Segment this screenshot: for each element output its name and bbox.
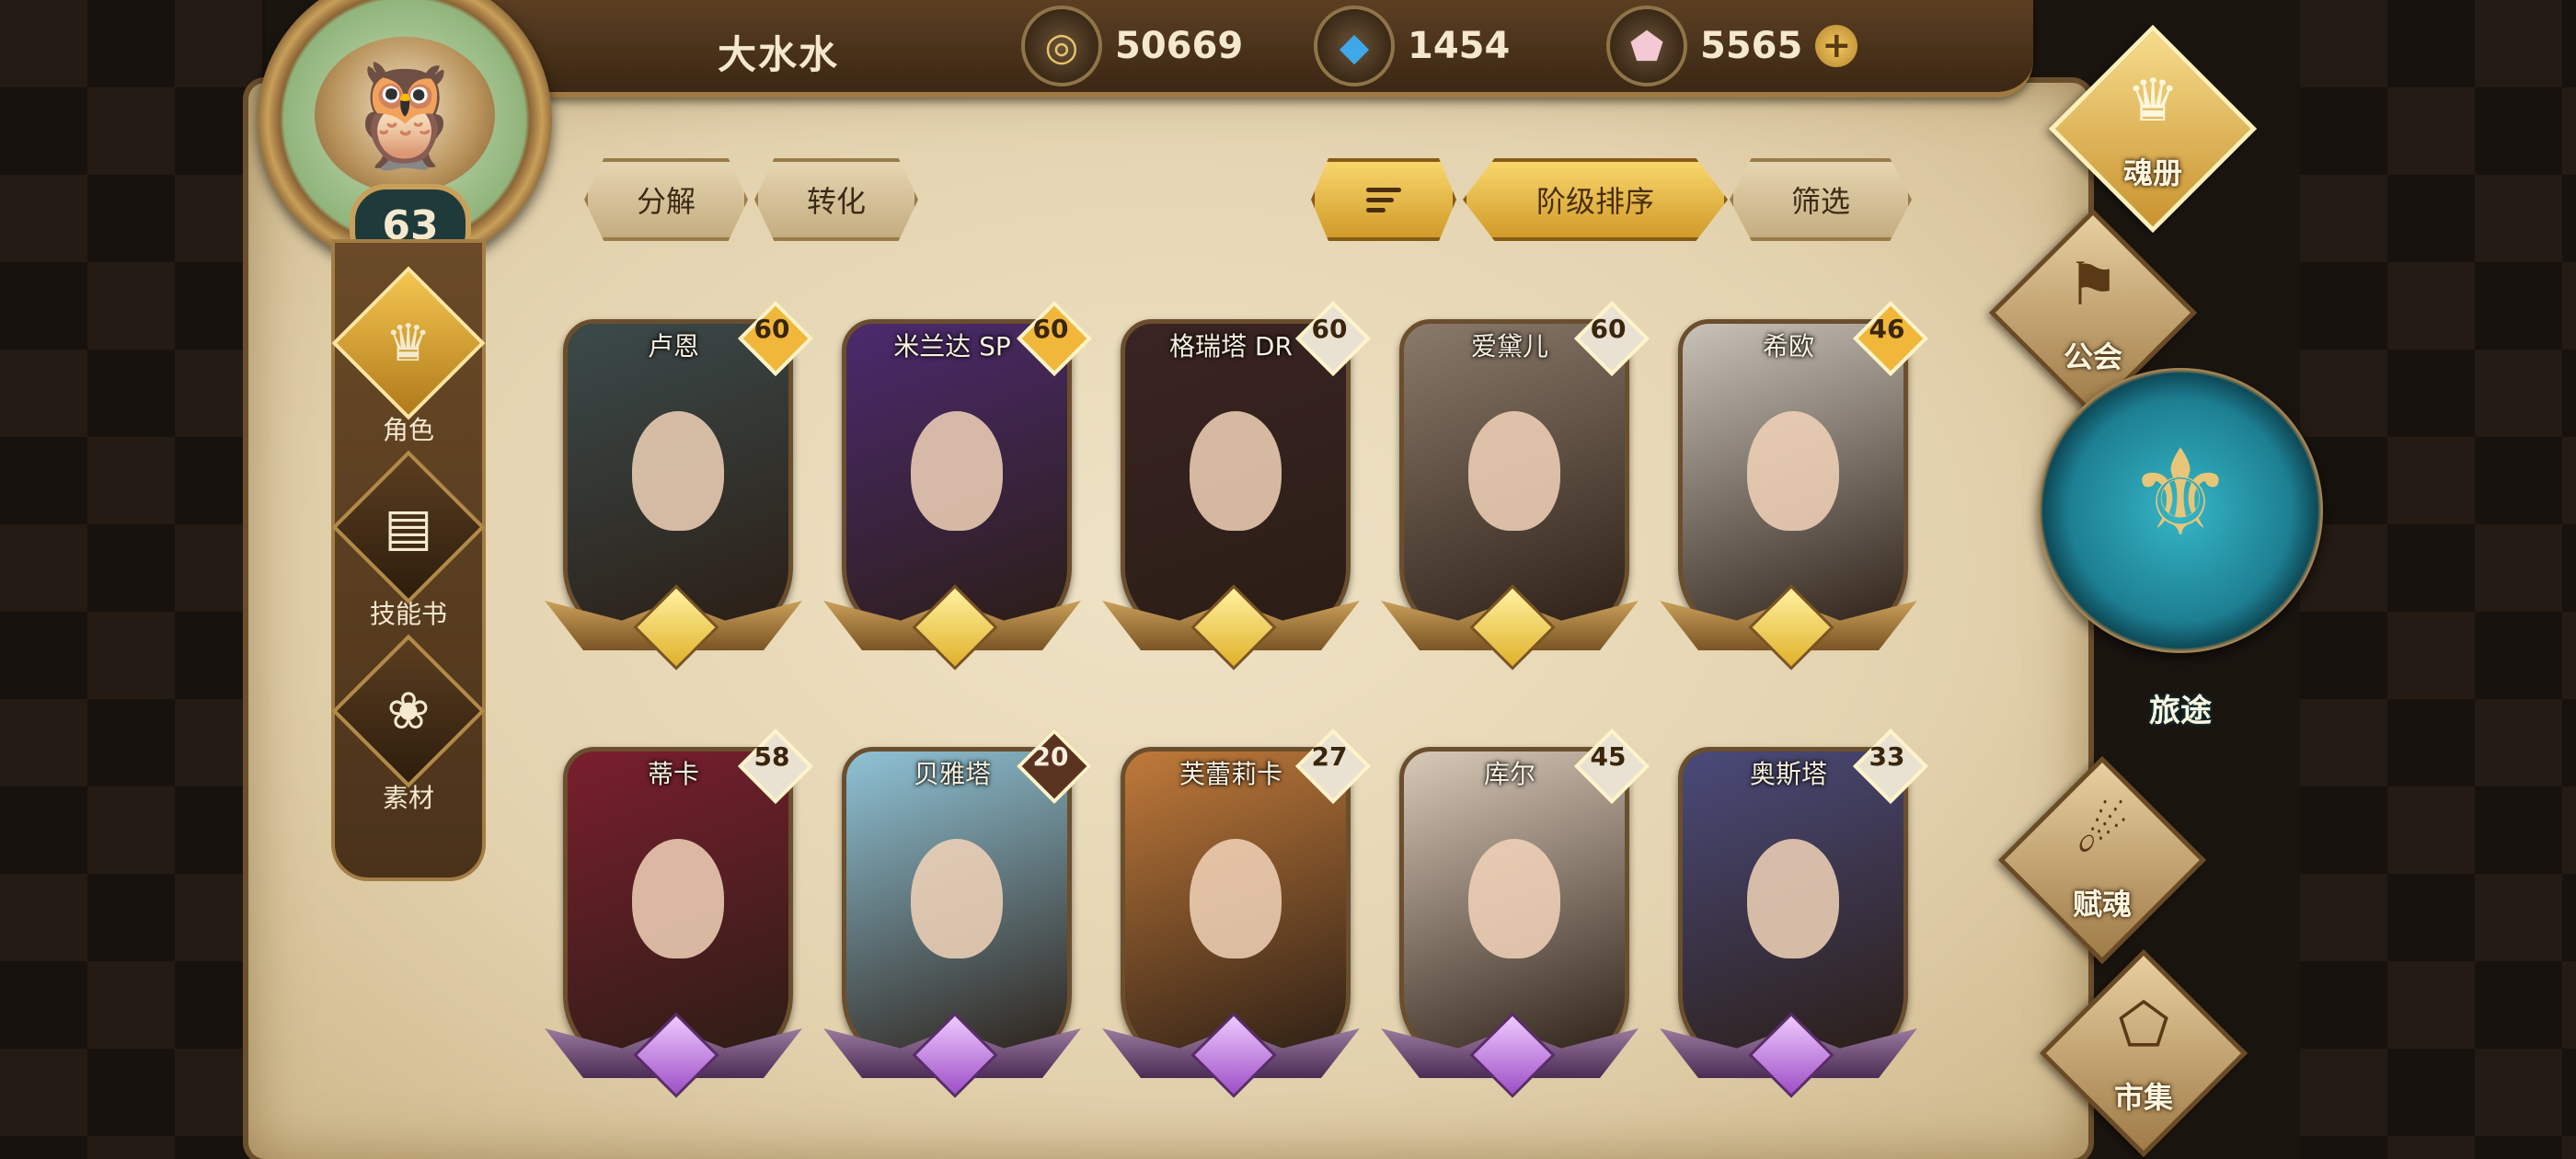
crystal-value: 1454 [1408,25,1511,67]
character-level: 27 [1311,741,1348,772]
nav-item-skill-book[interactable]: ▤ 技能书 [331,450,486,638]
rarity-wing-icon [823,1012,1081,1098]
character-card[interactable]: 爱黛儿 60 [1381,300,1650,671]
rarity-wing-icon [1381,1012,1639,1098]
character-card[interactable]: 卢恩 60 [545,300,814,671]
left-wall [0,0,267,1159]
material-icon: ❀ [331,634,486,788]
character-card[interactable]: 贝雅塔 20 [823,728,1093,1098]
soul-book-icon: ♛ [2126,67,2179,135]
nav-label-market: 市集 [2113,1080,2173,1115]
nav-market[interactable]: ⬠ 市集 [2039,948,2248,1158]
character-level-badge: 46 [1852,300,1929,377]
gold-value: 50669 [1115,25,1244,67]
market-icon: ⬠ [2118,992,2169,1060]
owl-avatar-icon: 🦉 [315,37,495,193]
skill-book-icon: ▤ [331,450,486,604]
convert-button[interactable]: 转化 [754,158,918,241]
filter-button[interactable]: 筛选 [1730,158,1912,241]
soul-infuse-icon: ☄ [2076,798,2129,866]
blue-crystal-icon: ◆ [1314,6,1395,86]
nav-journey[interactable]: ⚜ 旅途 [2038,368,2323,729]
character-card[interactable]: 蒂卡 58 [545,728,814,1098]
character-level-badge: 60 [1294,300,1372,377]
nav-soul-book[interactable]: ♛ 魂册 [2048,24,2258,234]
portrait-face [1468,411,1560,531]
character-level: 45 [1590,741,1627,772]
portrait-face [911,411,1003,531]
rarity-wing-icon [1381,584,1639,671]
portrait-face [1468,839,1560,958]
guild-icon: ⚑ [2066,251,2120,319]
portrait-face [632,839,724,958]
nav-label-journey: 旅途 [2149,693,2212,729]
character-level-badge: 60 [737,300,814,377]
character-level: 60 [1590,314,1627,344]
add-gem-button[interactable]: + [1815,25,1858,67]
character-level: 60 [753,314,790,344]
character-level-badge: 60 [1016,300,1093,377]
nav-label-guild: 公会 [2063,339,2122,374]
rarity-wing-icon [823,584,1081,671]
character-level-badge: 27 [1294,728,1372,805]
character-level-badge: 20 [1016,728,1093,805]
nav-label-soul-book: 魂册 [2122,155,2182,190]
character-level: 60 [1311,314,1348,344]
top-bar: 大水水 ◎ 50669 ◆ 1454 ⬟ 5565 + [460,0,2033,98]
player-name: 大水水 [718,32,840,77]
character-card[interactable]: 奥斯塔 33 [1660,728,1929,1098]
character-level: 46 [1869,314,1905,344]
gem-value: 5565 [1700,25,1803,67]
character-icon: ♛ [331,266,486,420]
portrait-face [1747,839,1839,958]
rarity-wing-icon [1660,1012,1917,1098]
character-level: 58 [753,741,790,772]
rarity-wing-icon [545,1012,802,1098]
character-card[interactable]: 格瑞塔 DR 60 [1102,300,1372,671]
character-card[interactable]: 希欧 46 [1660,300,1929,671]
character-level-badge: 58 [737,728,814,805]
character-level: 33 [1869,741,1905,772]
sort-order-icon [1366,182,1401,218]
crystal-resource: ◆ 1454 [1314,6,1511,86]
rarity-wing-icon [545,584,802,671]
character-card[interactable]: 芙蕾莉卡 27 [1102,728,1372,1098]
nav-label-soul-infuse: 赋魂 [2072,887,2132,922]
right-wall [2300,0,2576,1159]
portrait-face [1747,411,1839,531]
gold-resource: ◎ 50669 [1021,6,1244,86]
pink-gem-icon: ⬟ [1606,6,1687,86]
journey-icon: ⚜ [2126,423,2235,563]
rarity-wing-icon [1102,584,1360,671]
nav-item-material[interactable]: ❀ 素材 [331,634,486,822]
character-level-badge: 33 [1852,728,1929,805]
character-level-badge: 60 [1573,300,1650,377]
left-nav: ♛ 角色 ▤ 技能书 ❀ 素材 [331,239,486,881]
portrait-face [632,411,724,531]
rarity-wing-icon [1102,1012,1360,1098]
character-level: 20 [1032,741,1069,772]
character-card[interactable]: 米兰达 SP 60 [823,300,1093,671]
character-level-badge: 45 [1573,728,1650,805]
portrait-face [1190,839,1282,958]
portrait-face [1190,411,1282,531]
gold-coin-icon: ◎ [1021,6,1102,86]
rank-sort-button[interactable]: 阶级排序 [1463,158,1728,241]
portrait-face [911,839,1003,958]
rarity-wing-icon [1660,584,1917,671]
character-level: 60 [1032,314,1069,344]
nav-soul-infuse[interactable]: ☄ 赋魂 [1997,755,2207,965]
gem-resource: ⬟ 5565 + [1606,6,1858,86]
nav-item-character[interactable]: ♛ 角色 [331,266,486,454]
decompose-button[interactable]: 分解 [584,158,748,241]
sort-order-button[interactable] [1311,158,1456,241]
character-card[interactable]: 库尔 45 [1381,728,1650,1098]
